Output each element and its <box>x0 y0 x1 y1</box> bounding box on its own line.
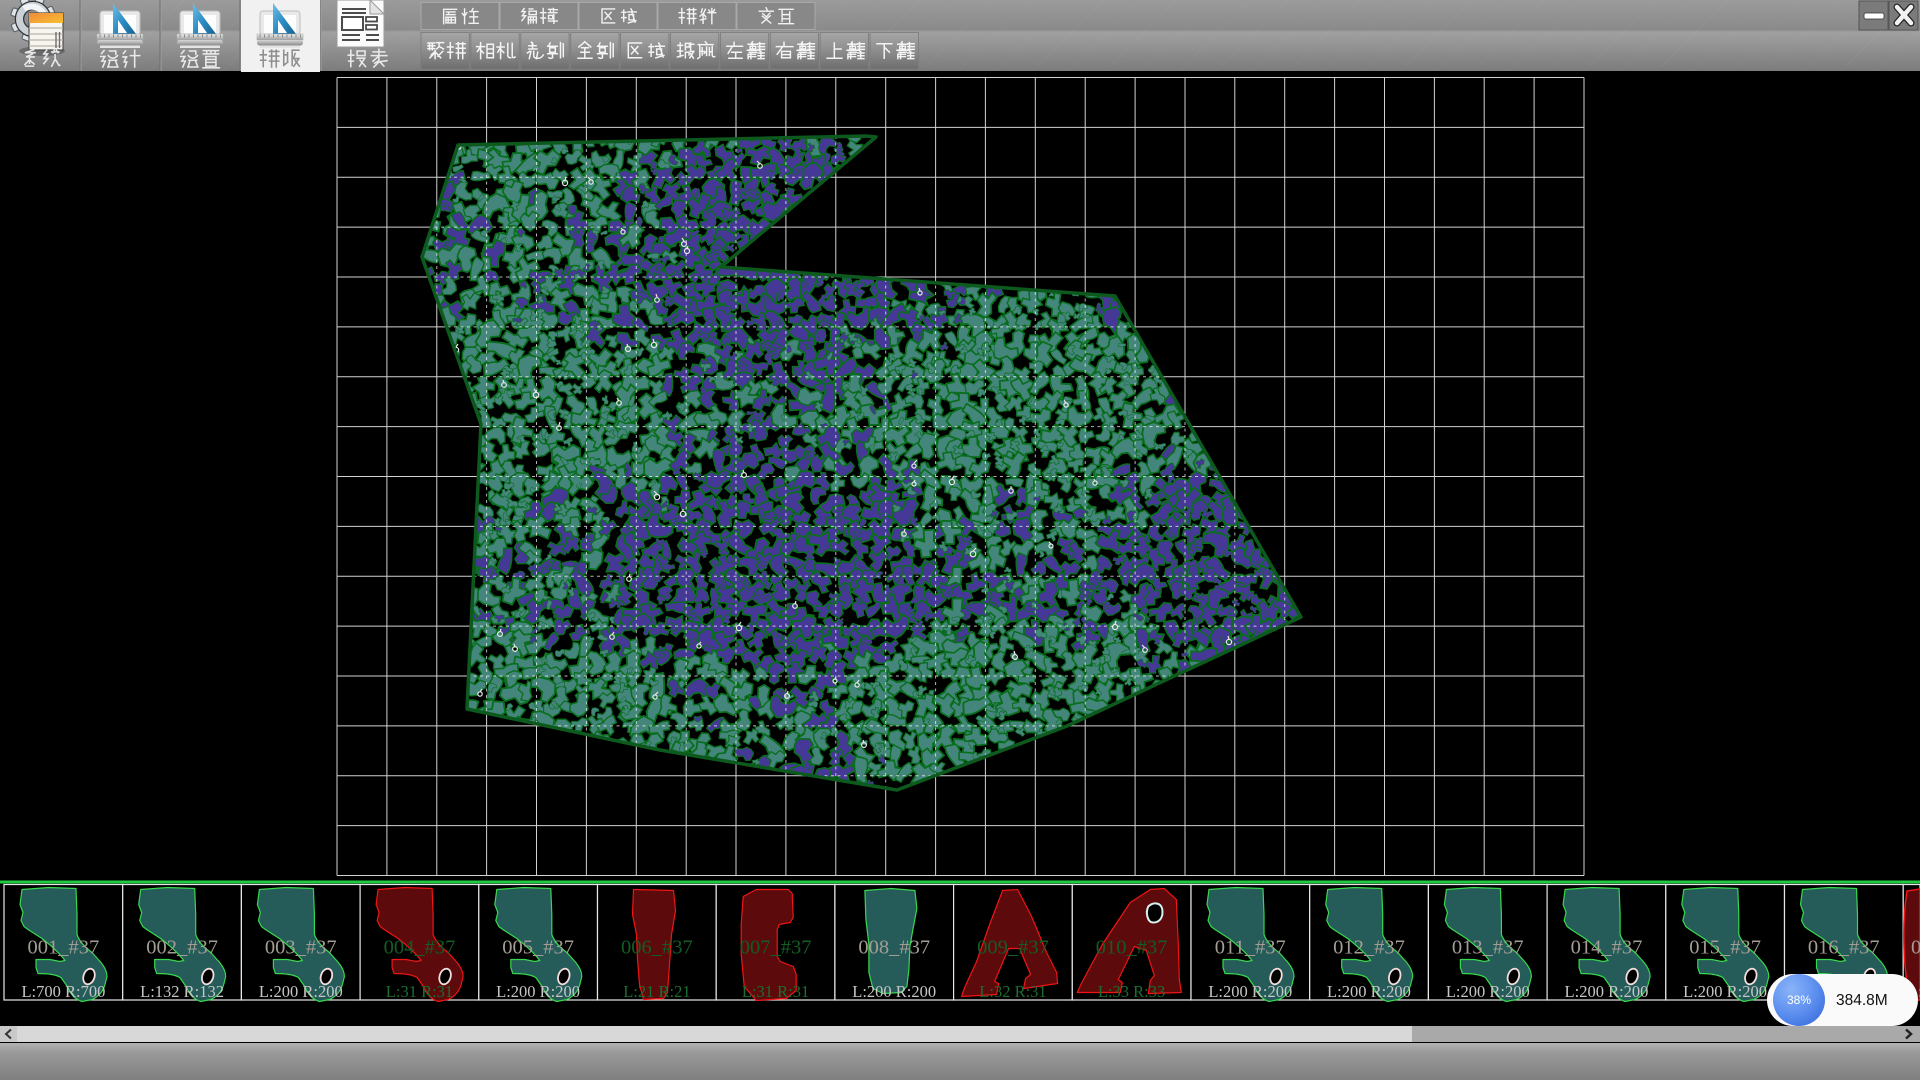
svg-text:L:200 R:200: L:200 R:200 <box>1683 982 1767 1001</box>
svg-text:009_#37: 009_#37 <box>977 937 1049 959</box>
svg-text:010_#37: 010_#37 <box>1096 937 1168 959</box>
svg-text:L:200 R:200: L:200 R:200 <box>1446 982 1530 1001</box>
svg-text:384.8M: 384.8M <box>1836 992 1888 1009</box>
svg-text:008_#37: 008_#37 <box>858 937 930 959</box>
svg-text:001_#37: 001_#37 <box>28 937 100 959</box>
svg-text:007_#37: 007_#37 <box>740 937 812 959</box>
svg-text:014_#37: 014_#37 <box>1571 937 1643 959</box>
svg-text:015_#37: 015_#37 <box>1689 937 1761 959</box>
svg-text:L:200 R:200: L:200 R:200 <box>1327 982 1411 1001</box>
svg-text:L:33 R:33: L:33 R:33 <box>1098 982 1165 1001</box>
svg-text:L:32 R:31: L:32 R:31 <box>979 982 1046 1001</box>
svg-text:L:700 R:700: L:700 R:700 <box>21 982 105 1001</box>
svg-text:004_#37: 004_#37 <box>384 937 456 959</box>
svg-text:L:200 R:200: L:200 R:200 <box>1208 982 1292 1001</box>
svg-text:011_#37: 011_#37 <box>1215 937 1286 959</box>
svg-text:003_#37: 003_#37 <box>265 937 337 959</box>
svg-text:L:31 R:31: L:31 R:31 <box>742 982 809 1001</box>
svg-text:L:200 R:200: L:200 R:200 <box>496 982 580 1001</box>
svg-text:0: 0 <box>1911 937 1920 959</box>
svg-text:016_#37: 016_#37 <box>1808 937 1880 959</box>
svg-text:012_#37: 012_#37 <box>1333 937 1405 959</box>
svg-text:38%: 38% <box>1787 993 1811 1007</box>
svg-text:L:200 R:200: L:200 R:200 <box>259 982 343 1001</box>
svg-text:L:132 R:132: L:132 R:132 <box>140 982 224 1001</box>
svg-text:013_#37: 013_#37 <box>1452 937 1524 959</box>
svg-text:002_#37: 002_#37 <box>146 937 218 959</box>
svg-text:005_#37: 005_#37 <box>502 937 574 959</box>
svg-text:006_#37: 006_#37 <box>621 937 693 959</box>
svg-text:L:21 R:21: L:21 R:21 <box>623 982 690 1001</box>
svg-text:L:200 R:200: L:200 R:200 <box>1565 982 1649 1001</box>
svg-text:L:200 R:200: L:200 R:200 <box>852 982 936 1001</box>
svg-text:L:31 R:31: L:31 R:31 <box>386 982 453 1001</box>
